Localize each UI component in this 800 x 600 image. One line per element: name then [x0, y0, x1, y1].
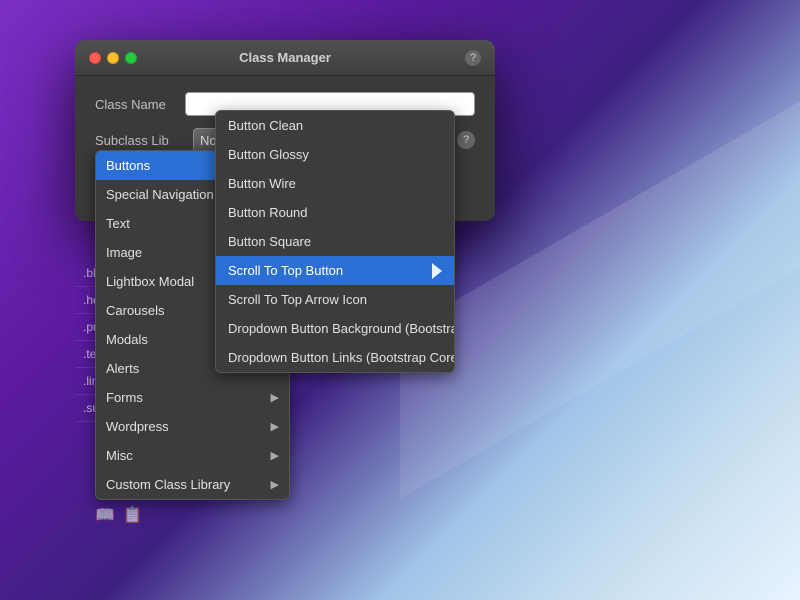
minimize-button[interactable] — [107, 52, 119, 64]
menu-item-label: Forms — [106, 390, 143, 405]
submenu-item-dropdown-button-background[interactable]: Dropdown Button Background (Bootstrap Co… — [216, 314, 454, 343]
submenu-item-button-clean[interactable]: Button Clean — [216, 111, 454, 140]
menu-item-label: Custom Class Library — [106, 477, 230, 492]
submenu-item-button-square[interactable]: Button Square — [216, 227, 454, 256]
menu-item-misc[interactable]: Misc ▶ — [96, 441, 289, 470]
class-name-label: Class Name — [95, 97, 185, 112]
traffic-lights — [89, 52, 137, 64]
submenu-item-dropdown-button-links[interactable]: Dropdown Button Links (Bootstrap Core) — [216, 343, 454, 372]
submenu-arrow-icon: ▶ — [271, 420, 279, 433]
menu-item-custom-class-library[interactable]: Custom Class Library ▶ — [96, 470, 289, 499]
menu-item-label: Alerts — [106, 361, 139, 376]
submenu-item-scroll-to-top-button[interactable]: Scroll To Top Button — [216, 256, 454, 285]
submenu-item-scroll-to-top-arrow[interactable]: Scroll To Top Arrow Icon — [216, 285, 454, 314]
dialog-titlebar: Class Manager ? — [75, 40, 495, 76]
menu-item-label: Misc — [106, 448, 133, 463]
subclass-label: Subclass Lib — [95, 133, 185, 148]
sidebar-icons: 📖 📋 — [95, 505, 143, 525]
menu-item-label: Image — [106, 245, 142, 260]
dialog-title: Class Manager — [239, 50, 331, 65]
maximize-button[interactable] — [125, 52, 137, 64]
title-help-button[interactable]: ? — [465, 50, 481, 66]
buttons-submenu: Button Clean Button Glossy Button Wire B… — [215, 110, 455, 373]
cursor-icon — [432, 263, 442, 279]
menu-item-label: Text — [106, 216, 130, 231]
subclass-help-button[interactable]: ? — [457, 131, 475, 149]
submenu-item-button-glossy[interactable]: Button Glossy — [216, 140, 454, 169]
menu-item-label: Special Navigation — [106, 187, 214, 202]
menu-item-label: Wordpress — [106, 419, 169, 434]
submenu-item-button-round[interactable]: Button Round — [216, 198, 454, 227]
book-icon[interactable]: 📖 — [95, 505, 115, 525]
submenu-item-button-wire[interactable]: Button Wire — [216, 169, 454, 198]
submenu-arrow-icon: ▶ — [271, 449, 279, 462]
close-button[interactable] — [89, 52, 101, 64]
menu-item-forms[interactable]: Forms ▶ — [96, 383, 289, 412]
menu-item-wordpress[interactable]: Wordpress ▶ — [96, 412, 289, 441]
menu-item-label: Lightbox Modal — [106, 274, 194, 289]
menu-item-label: Buttons — [106, 158, 150, 173]
menu-item-label: Carousels — [106, 303, 165, 318]
submenu-arrow-icon: ▶ — [271, 391, 279, 404]
submenu-arrow-icon: ▶ — [271, 478, 279, 491]
list-icon[interactable]: 📋 — [123, 505, 143, 525]
menu-item-label: Modals — [106, 332, 148, 347]
